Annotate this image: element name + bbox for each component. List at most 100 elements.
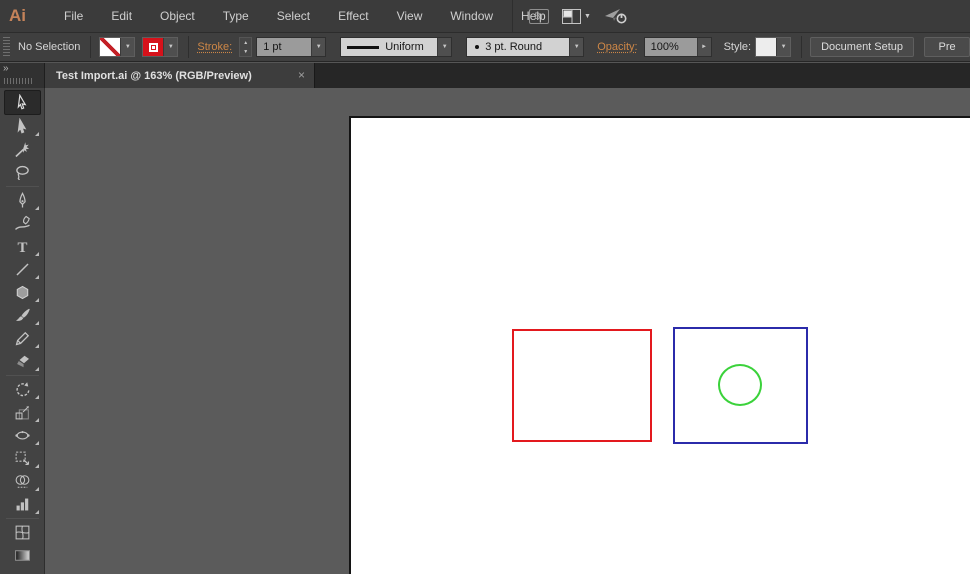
document-setup-button[interactable]: Document Setup [810,37,915,57]
document-tab-title: Test Import.ai @ 163% (RGB/Preview) [56,69,252,82]
brush-definition-label: 3 pt. Round [485,41,543,53]
width-profile-value[interactable]: Uniform [341,38,438,56]
stroke-color-control[interactable]: ▼ [142,37,179,57]
stroke-panel-link[interactable]: Stroke: [197,41,232,53]
share-icon[interactable] [604,7,630,25]
chevron-down-icon: ▼ [315,44,322,50]
style-dropdown-button[interactable]: ▼ [776,38,791,56]
tab-close-icon[interactable]: × [298,68,305,82]
divider [90,36,92,58]
canvas-area[interactable] [45,88,970,574]
paintbrush-tool[interactable] [4,304,41,327]
chevron-down-icon: ▼ [780,44,787,50]
column-graph-tool[interactable] [4,493,41,516]
polygon-shape-tool[interactable] [4,281,41,304]
menu-item-object[interactable]: Object [146,0,209,32]
brush-definition-value[interactable]: 3 pt. Round [467,38,570,56]
divider [188,36,190,58]
green-circle[interactable] [718,364,762,406]
width-profile-control[interactable]: Uniform ▼ [340,37,453,57]
workspace: T [0,88,970,574]
panel-collapse-icon[interactable]: » [3,63,9,75]
tools-panel: T [0,88,45,574]
stroke-weight-dropdown-button[interactable]: ▼ [311,38,326,56]
scale-tool[interactable] [4,401,41,424]
tools-divider [5,518,39,519]
menu-item-file[interactable]: File [50,0,97,32]
stroke-dropdown-button[interactable]: ▼ [163,38,178,56]
gradient-tool[interactable] [4,544,41,567]
selection-tool[interactable] [3,90,41,115]
illustrator-window: Ai File Edit Object Type Select Effect View Win… [0,0,970,574]
fill-none-swatch[interactable] [100,38,121,56]
style-label: Style: [723,41,752,53]
type-tool[interactable]: T [4,235,41,258]
stroke-weight-control[interactable]: 1 pt ▼ [256,37,327,57]
width-profile-label: Uniform [385,41,424,53]
free-transform-tool[interactable] [4,447,41,470]
menu-item-edit[interactable]: Edit [97,0,146,32]
rotate-tool[interactable] [4,378,41,401]
arrange-documents-control[interactable]: ▼ [562,8,591,24]
brush-dropdown-button[interactable]: ▼ [569,38,584,56]
opacity-apply-button[interactable]: ► [696,38,711,56]
magic-wand-tool[interactable] [4,138,41,161]
spinner-down-icon[interactable]: ▼ [240,47,252,56]
graphic-style-swatch[interactable] [756,38,777,56]
document-tab[interactable]: Test Import.ai @ 163% (RGB/Preview) × [45,63,315,88]
app-logo: Ai [9,6,26,25]
brush-definition-control[interactable]: 3 pt. Round ▼ [466,37,585,57]
eraser-tool[interactable] [4,350,41,373]
tools-panel-grip-icon[interactable] [4,78,34,84]
control-bar: No Selection ▼ ▼ Stroke: ▲ ▼ 1 pt ▼ Unif… [0,32,970,62]
chevron-down-icon: ▼ [584,12,591,20]
chevron-down-icon: ▼ [441,44,448,50]
shape-builder-tool[interactable] [4,470,41,493]
opacity-value[interactable]: 100% [644,38,697,56]
chevron-down-icon: ▼ [124,44,131,50]
mesh-tool[interactable] [4,521,41,544]
menu-item-effect[interactable]: Effect [324,0,382,32]
direct-selection-tool[interactable] [4,115,41,138]
stroke-weight-value[interactable]: 1 pt [257,38,312,56]
menubar-icon-cluster: Br ▼ [512,0,630,32]
opacity-control[interactable]: 100% ► [643,37,712,57]
document-tab-bar: » Test Import.ai @ 163% (RGB/Preview) × [0,62,970,88]
menu-item-view[interactable]: View [383,0,437,32]
fill-dropdown-button[interactable]: ▼ [120,38,135,56]
pencil-tool[interactable] [4,327,41,350]
menu-bar: Ai File Edit Object Type Select Effect View Win… [0,0,970,32]
red-rectangle[interactable] [512,329,652,442]
chevron-down-icon: ▼ [573,44,580,50]
pen-tool[interactable] [4,189,41,212]
width-profile-dropdown-button[interactable]: ▼ [437,38,452,56]
arrange-documents-icon [562,8,581,24]
menu-item-select[interactable]: Select [263,0,324,32]
menu-item-type[interactable]: Type [209,0,263,32]
opacity-panel-link[interactable]: Opacity: [597,41,637,53]
chevron-down-icon: ▼ [167,44,174,50]
svg-text:T: T [17,240,27,255]
tools-divider [5,375,39,376]
menu-items: File Edit Object Type Select Effect View Window… [50,0,560,32]
menu-item-window[interactable]: Window [436,0,507,32]
width-tool[interactable] [4,424,41,447]
divider [801,36,803,58]
artboard[interactable] [349,116,970,574]
tools-panel-header: » [0,63,45,88]
curvature-tool[interactable] [4,212,41,235]
brush-preview-dot [475,45,480,49]
graphic-style-control[interactable]: ▼ [755,37,792,57]
tools-divider [5,186,39,187]
stroke-weight-stepper[interactable]: ▲ ▼ [239,37,253,57]
stroke-red-swatch[interactable] [143,38,164,56]
spinner-up-icon[interactable]: ▲ [240,38,252,47]
preferences-button[interactable]: Pre [924,37,970,57]
lasso-tool[interactable] [4,161,41,184]
arrow-right-icon: ► [701,44,708,50]
bridge-icon[interactable]: Br [529,8,549,24]
stroke-profile-preview [347,45,380,49]
line-segment-tool[interactable] [4,258,41,281]
panel-grip-icon[interactable] [3,37,10,57]
fill-color-control[interactable]: ▼ [99,37,136,57]
